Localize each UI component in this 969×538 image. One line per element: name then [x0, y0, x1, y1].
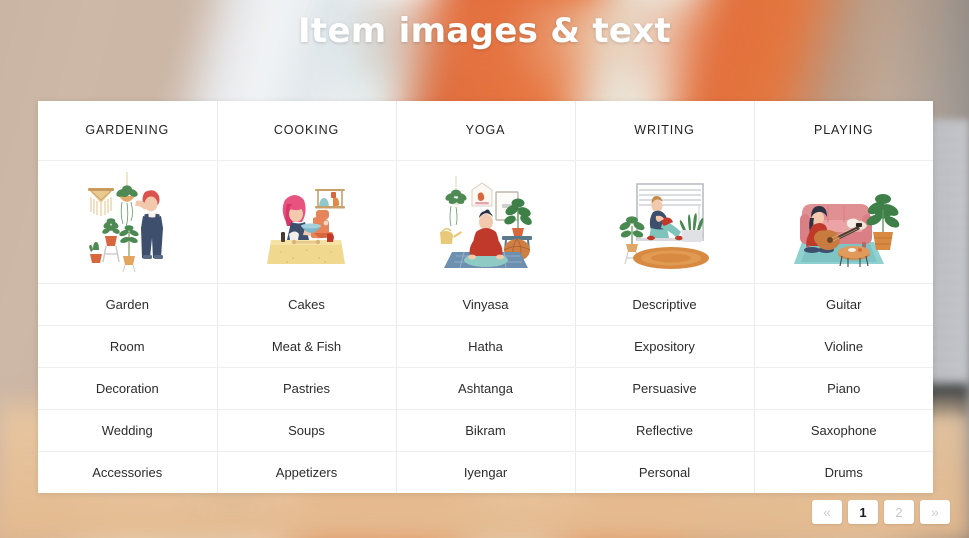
writing-illustration — [619, 182, 709, 269]
cell-yoga-2: Hatha — [396, 325, 576, 368]
cell-writing-1: Descriptive — [575, 283, 755, 326]
cell-yoga-5: Iyengar — [396, 451, 576, 493]
table-row: Room Meat & Fish Hatha Expository Violin… — [38, 325, 933, 368]
cell-image-cooking — [217, 160, 397, 284]
column-header-writing: WRITING — [575, 101, 755, 161]
table-row: Wedding Soups Bikram Reflective Saxophon… — [38, 409, 933, 452]
pagination: « 1 2 » — [812, 500, 950, 524]
pagination-page-2-button[interactable]: 2 — [884, 500, 914, 524]
cell-yoga-4: Bikram — [396, 409, 576, 452]
column-header-playing: PLAYING — [754, 101, 933, 161]
page-title: Item images & text — [297, 11, 672, 51]
column-header-cooking: COOKING — [217, 101, 397, 161]
column-header-yoga: YOGA — [396, 101, 576, 161]
cell-cooking-1: Cakes — [217, 283, 397, 326]
pagination-last-button[interactable]: » — [920, 500, 950, 524]
cell-playing-4: Saxophone — [754, 409, 933, 452]
column-header-gardening: GARDENING — [38, 101, 218, 161]
cell-gardening-5: Accessories — [38, 451, 218, 493]
table-row: Accessories Appetizers Iyengar Personal … — [38, 451, 933, 493]
playing-illustration — [793, 193, 900, 267]
cell-writing-5: Personal — [575, 451, 755, 493]
table-image-row — [38, 160, 933, 284]
cell-playing-3: Piano — [754, 367, 933, 410]
cell-gardening-1: Garden — [38, 283, 218, 326]
cell-image-gardening — [38, 160, 218, 284]
cell-writing-4: Reflective — [575, 409, 755, 452]
cell-cooking-2: Meat & Fish — [217, 325, 397, 368]
table-row: Decoration Pastries Ashtanga Persuasive … — [38, 367, 933, 410]
cell-gardening-3: Decoration — [38, 367, 218, 410]
cell-writing-3: Persuasive — [575, 367, 755, 410]
cell-image-playing — [754, 160, 933, 284]
cell-playing-5: Drums — [754, 451, 933, 493]
yoga-illustration — [439, 175, 532, 268]
items-table: GARDENING COOKING YOGA WRITING PLAYING G… — [38, 101, 933, 493]
table-row: Garden Cakes Vinyasa Descriptive Guitar — [38, 283, 933, 326]
cell-gardening-2: Room — [38, 325, 218, 368]
items-table-body: Garden Cakes Vinyasa Descriptive Guitar … — [38, 160, 933, 493]
cell-image-yoga — [396, 160, 576, 284]
cell-cooking-5: Appetizers — [217, 451, 397, 493]
cell-image-writing — [575, 160, 755, 284]
cell-yoga-1: Vinyasa — [396, 283, 576, 326]
cell-yoga-3: Ashtanga — [396, 367, 576, 410]
cell-gardening-4: Wedding — [38, 409, 218, 452]
page-root: Item images & text GARDENING COOKING YOG… — [0, 0, 969, 538]
pagination-first-button[interactable]: « — [812, 500, 842, 524]
cell-writing-2: Expository — [575, 325, 755, 368]
cell-playing-1: Guitar — [754, 283, 933, 326]
cell-cooking-4: Soups — [217, 409, 397, 452]
cell-playing-2: Violine — [754, 325, 933, 368]
table-header-row: GARDENING COOKING YOGA WRITING PLAYING — [38, 101, 933, 161]
gardening-illustration — [88, 171, 164, 272]
cell-cooking-3: Pastries — [217, 367, 397, 410]
items-table-head: GARDENING COOKING YOGA WRITING PLAYING — [38, 101, 933, 161]
items-table-card: GARDENING COOKING YOGA WRITING PLAYING G… — [38, 101, 933, 493]
cooking-illustration — [266, 188, 345, 264]
pagination-page-1-button[interactable]: 1 — [848, 500, 878, 524]
